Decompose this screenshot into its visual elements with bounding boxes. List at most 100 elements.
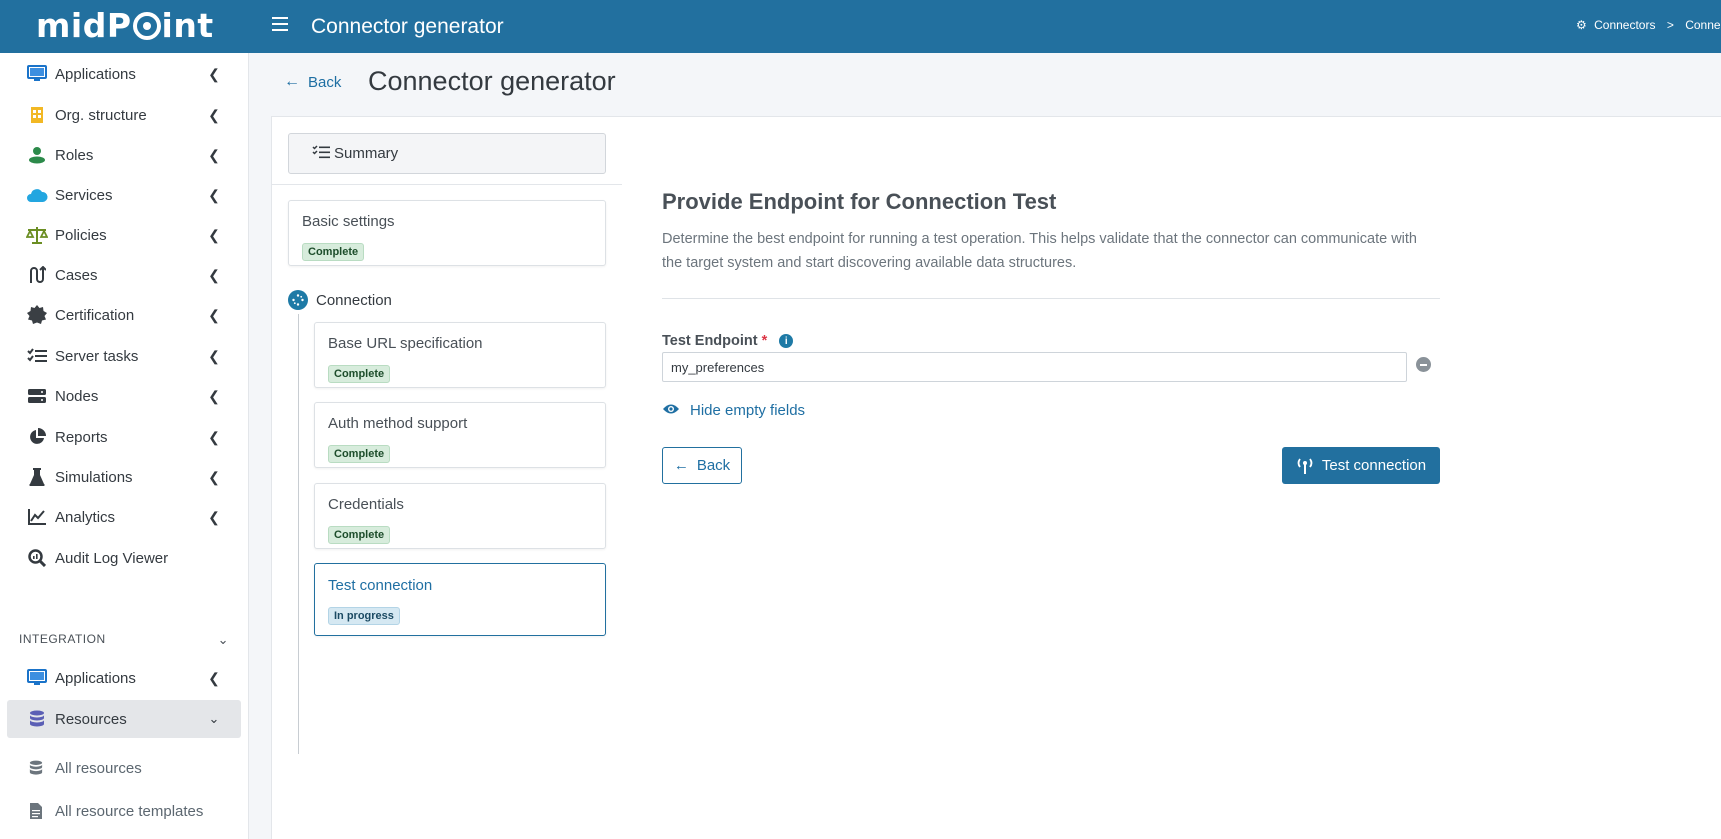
connection-group-header: Connection (288, 290, 392, 310)
pie-chart-icon (26, 428, 48, 446)
sidebar-item-policies[interactable]: Policies ❮ (7, 216, 241, 254)
chevron-left-icon: ❮ (208, 508, 220, 525)
wizard-steps-panel: Summary Basic settings Complete Connecti… (271, 116, 623, 839)
required-marker: * (761, 333, 768, 349)
chevron-down-icon: ⌄ (217, 632, 229, 647)
midpoint-logo[interactable]: midP int (36, 6, 214, 45)
sidebar-item-certification[interactable]: Certification ❮ (7, 296, 241, 334)
chevron-left-icon: ❮ (208, 186, 220, 203)
line-chart-icon (26, 508, 48, 526)
chevron-left-icon: ❮ (208, 387, 220, 404)
back-link[interactable]: ← Back (284, 73, 341, 91)
sidebar-item-label: Audit Log Viewer (55, 549, 169, 567)
test-endpoint-label: Test Endpoint * i (662, 333, 794, 349)
divider (662, 298, 1440, 299)
remove-value-icon[interactable] (1416, 357, 1431, 372)
sidebar-item-services[interactable]: Services ❮ (7, 176, 241, 214)
header-title: Connector generator (311, 15, 504, 38)
hamburger-menu-icon[interactable] (272, 17, 288, 31)
cloud-icon (26, 186, 48, 204)
sidebar-item-simulations[interactable]: Simulations ❮ (7, 458, 241, 496)
step-test-connection[interactable]: Test connection In progress (314, 563, 606, 636)
breadcrumb-connectors[interactable]: Connectors (1594, 18, 1655, 32)
back-button[interactable]: ← Back (662, 447, 742, 484)
connection-steps-line (298, 314, 299, 754)
test-endpoint-input[interactable] (662, 352, 1407, 382)
eye-icon (662, 402, 680, 419)
chevron-down-icon: ⌄ (208, 711, 220, 726)
sidebar-item-label: Policies (55, 226, 107, 244)
sidebar-item-nodes[interactable]: Nodes ❮ (7, 377, 241, 415)
chevron-left-icon: ❮ (208, 266, 220, 283)
step-auth-method-support[interactable]: Auth method support Complete (314, 402, 606, 468)
chevron-left-icon: ❮ (208, 65, 220, 82)
sidebar-item-label: Cases (55, 266, 98, 284)
breadcrumb-current[interactable]: Connec (1685, 18, 1721, 32)
sidebar-item-label: Resources (55, 710, 127, 728)
status-badge: Complete (328, 365, 391, 383)
sidebar-item-org-structure[interactable]: Org. structure ❮ (7, 96, 241, 134)
certificate-icon (26, 305, 48, 324)
sidebar-item-analytics[interactable]: Analytics ❮ (7, 498, 241, 536)
sidebar-item-roles[interactable]: Roles ❮ (7, 136, 241, 174)
task-list-icon (26, 347, 48, 365)
logo-gear-icon (132, 12, 161, 40)
status-badge: Complete (328, 526, 391, 544)
sidebar-subitem-all-resources[interactable]: All resources (27, 753, 142, 783)
panel-title: Provide Endpoint for Connection Test (662, 189, 1057, 214)
panel-description: Determine the best endpoint for running … (662, 231, 1417, 271)
sidebar-item-label: Org. structure (55, 106, 147, 124)
sidebar-item-label: Roles (55, 146, 94, 164)
breadcrumb: ⚙ Connectors > Connec (1576, 18, 1721, 32)
sidebar-item-label: Applications (55, 65, 136, 83)
monitor-icon (26, 65, 48, 83)
sidebar-item-label: Services (55, 186, 113, 204)
sidebar-subitem-label: All resources (55, 759, 142, 777)
scale-icon (26, 226, 48, 244)
step-credentials[interactable]: Credentials Complete (314, 483, 606, 549)
sidebar-item-audit-log-viewer[interactable]: Audit Log Viewer (7, 539, 241, 577)
summary-button[interactable]: Summary (288, 133, 606, 174)
sidebar-item-applications[interactable]: Applications ❮ (7, 55, 241, 93)
step-title: Credentials (328, 496, 404, 513)
list-check-icon (312, 144, 330, 163)
status-badge: Complete (302, 243, 365, 261)
breadcrumb-separator: > (1666, 18, 1674, 32)
status-badge: In progress (328, 607, 400, 625)
sidebar-item-server-tasks[interactable]: Server tasks ❮ (7, 337, 241, 375)
chevron-left-icon: ❮ (208, 669, 220, 686)
step-title: Basic settings (302, 213, 395, 230)
chevron-left-icon: ❮ (208, 468, 220, 485)
divider (272, 184, 622, 185)
status-badge: Complete (328, 445, 391, 463)
sidebar-item-cases[interactable]: Cases ❮ (7, 256, 241, 294)
sidebar-subitem-all-resource-templates[interactable]: All resource templates (27, 796, 203, 826)
sidebar-item-resources[interactable]: Resources ⌄ (7, 700, 241, 738)
step-title: Auth method support (328, 415, 468, 432)
chevron-left-icon: ❮ (208, 106, 220, 123)
sidebar-item-reports[interactable]: Reports ❮ (7, 418, 241, 456)
section-header-integration[interactable]: INTEGRATION ⌄ (19, 632, 229, 648)
sidebar: Applications ❮ Org. structure ❮ Roles ❮ … (0, 53, 249, 839)
step-base-url-specification[interactable]: Base URL specification Complete (314, 322, 606, 388)
hide-empty-fields-link[interactable]: Hide empty fields (662, 402, 805, 419)
chevron-left-icon: ❮ (208, 347, 220, 364)
chevron-left-icon: ❮ (208, 226, 220, 243)
info-icon[interactable]: i (779, 334, 794, 348)
antenna-icon (1296, 457, 1314, 474)
sidebar-item-integration-applications[interactable]: Applications ❮ (7, 659, 241, 697)
database-icon (26, 710, 48, 728)
arrow-left-icon: ← (284, 73, 300, 90)
step-basic-settings[interactable]: Basic settings Complete (288, 200, 606, 266)
wizard-content-panel: Provide Endpoint for Connection Test Det… (622, 116, 1721, 839)
chevron-left-icon: ❮ (208, 306, 220, 323)
progress-spinner-icon (288, 290, 308, 310)
test-connection-button[interactable]: Test connection (1282, 447, 1440, 484)
arrow-left-icon: ← (673, 457, 689, 474)
sidebar-item-label: Server tasks (55, 347, 139, 365)
top-bar: midP int Connector generator ⚙ Connectors… (0, 0, 1721, 53)
search-chart-icon (26, 549, 48, 567)
database-icon (27, 760, 45, 776)
sidebar-item-label: Certification (55, 306, 135, 324)
sidebar-item-label: Simulations (55, 468, 133, 486)
